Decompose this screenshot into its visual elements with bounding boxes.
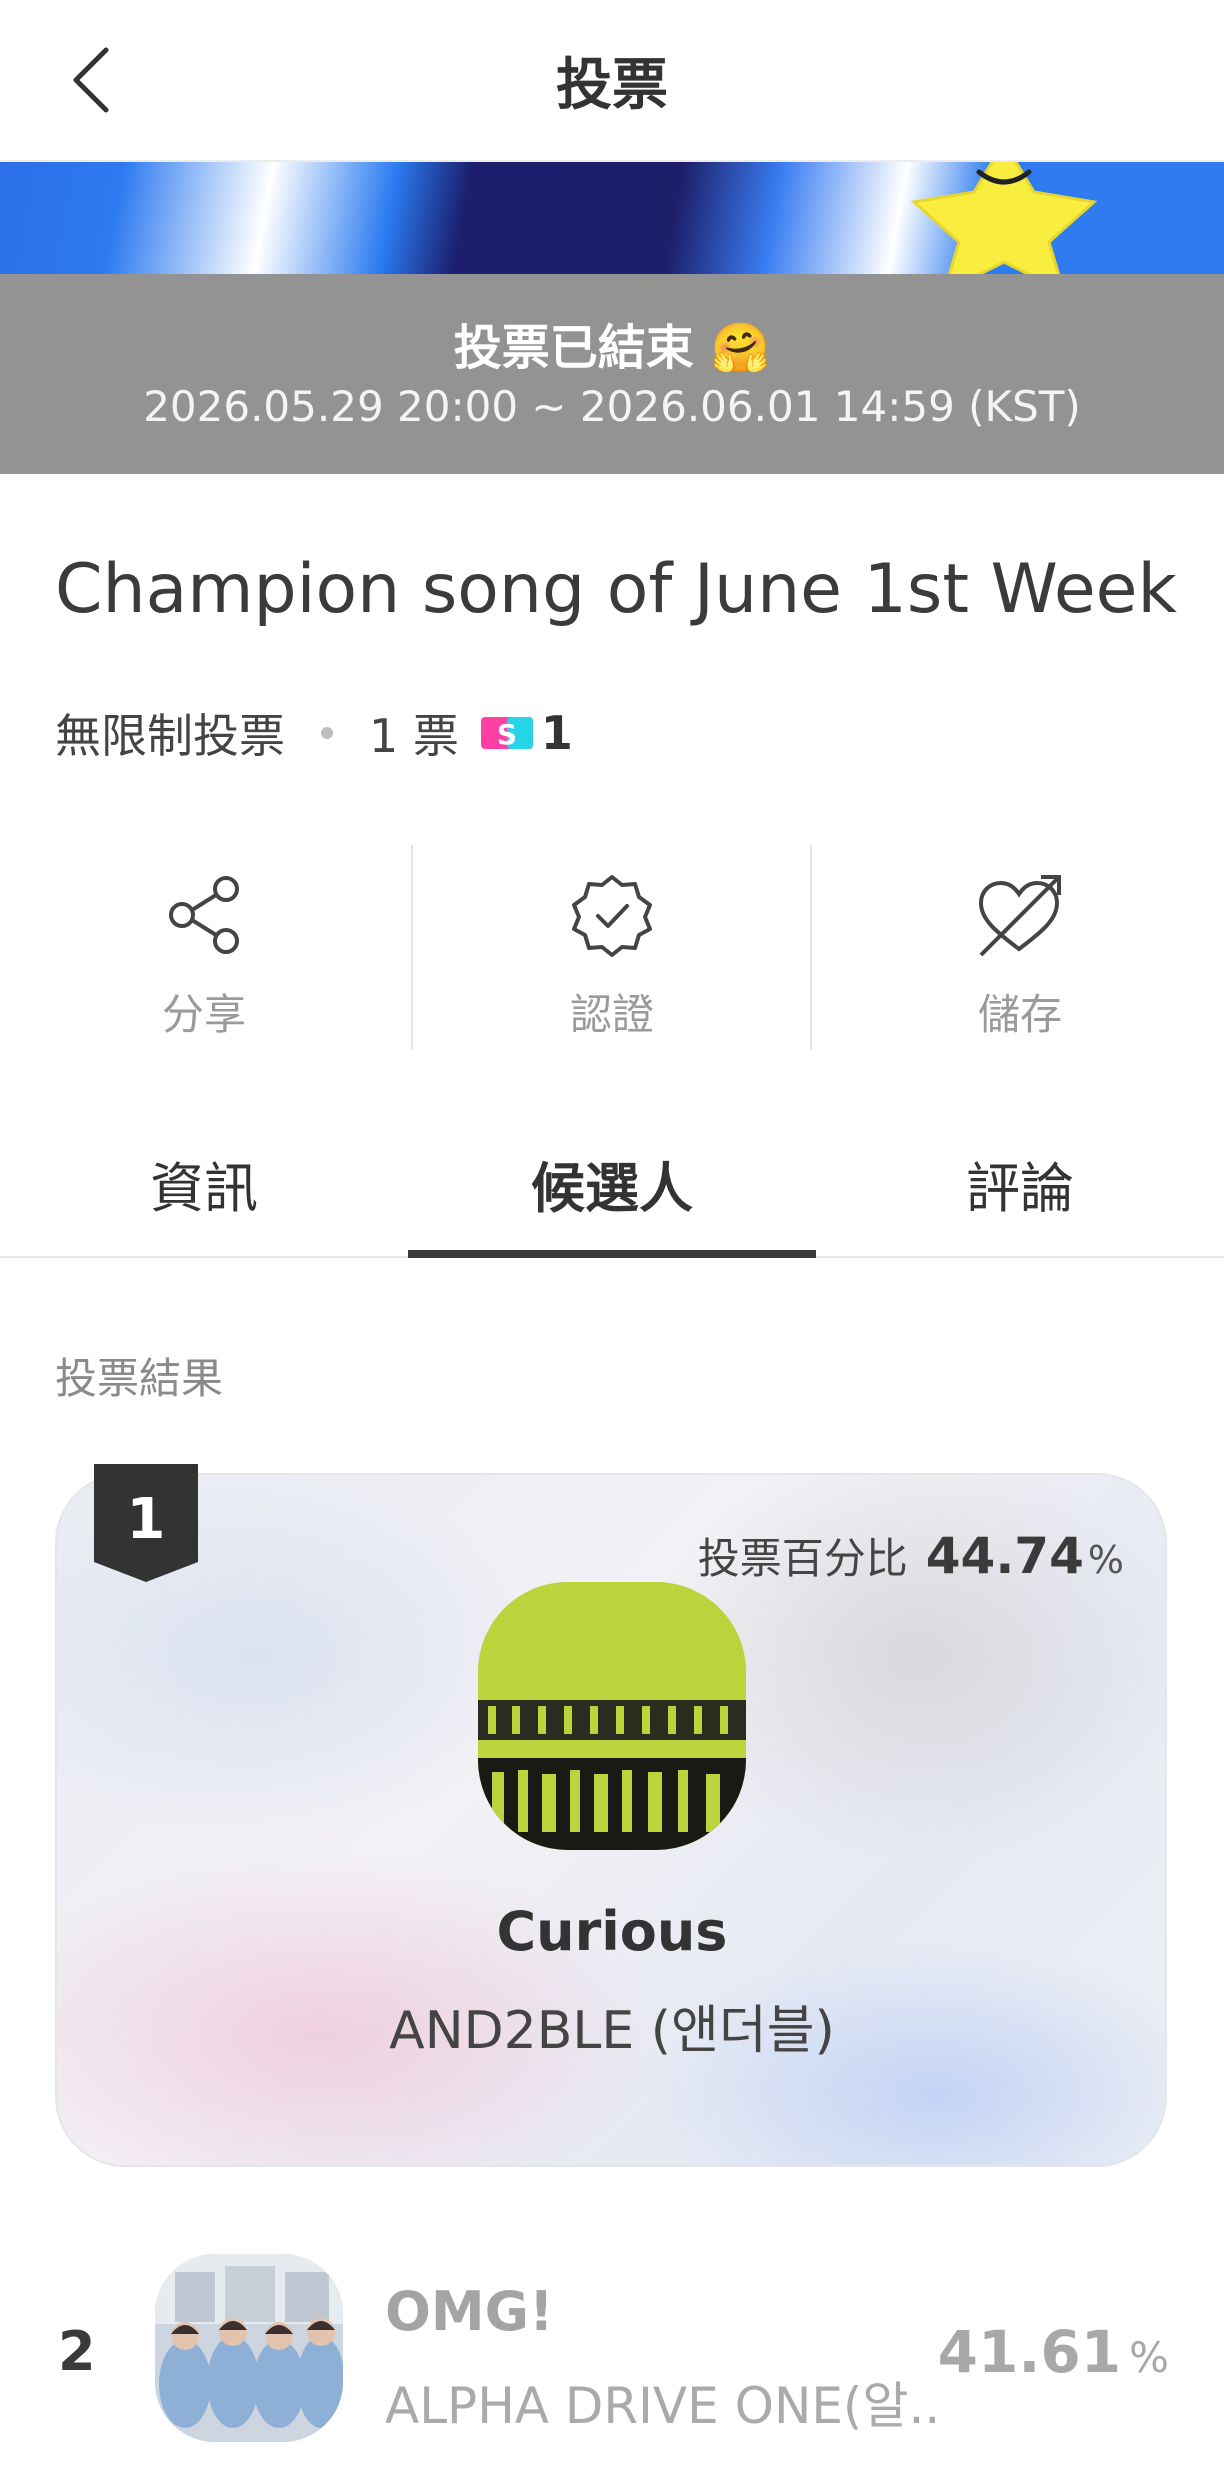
vote-cost: 1 票: [369, 709, 459, 763]
page-title: 投票: [556, 52, 668, 118]
percent-label: 投票百分比: [697, 1534, 908, 1583]
verified-badge-icon: [572, 875, 652, 957]
save-button[interactable]: 儲存: [816, 845, 1224, 1050]
vote-period: 2026.05.29 20:00 ~ 2026.06.01 14:59 (KST…: [143, 382, 1081, 431]
album-cover-curious: [478, 1582, 746, 1850]
rank-2-percent: 41.61 %: [938, 2318, 1169, 2386]
smiley-star-graphic: [910, 162, 1098, 274]
separator-dot: [321, 727, 333, 739]
share-icon: [169, 876, 239, 954]
winner-song-title: Curious: [496, 1900, 728, 1963]
vote-ended-text: 投票已結束 🤗: [453, 320, 771, 376]
svg-text:S: S: [497, 718, 517, 751]
heart-arrow-icon: [978, 875, 1061, 957]
percent-value: 44.74: [925, 1527, 1084, 1585]
winner-artist: AND2BLE (앤더블): [389, 2001, 835, 2061]
share-button[interactable]: 分享: [0, 845, 408, 1050]
verify-label: 認證: [569, 990, 654, 1039]
rank-2-number: 2: [58, 2320, 96, 2383]
rank-2-artist: ALPHA DRIVE ONE(알...: [385, 2377, 945, 2435]
vote-banner-image: [0, 162, 1224, 274]
save-label: 儲存: [977, 990, 1062, 1039]
percent-unit: %: [1087, 1538, 1124, 1582]
tab-comments[interactable]: 評論: [816, 1110, 1224, 1256]
back-button[interactable]: [50, 40, 130, 120]
tab-bar: 資訊 候選人 評論: [0, 1110, 1224, 1258]
vote-ended-banner: 投票已結束 🤗 2026.05.29 20:00 ~ 2026.06.01 14…: [0, 274, 1224, 474]
ticket-icon: S: [480, 717, 533, 751]
vote-meta: 無限制投票 1 票 S 1: [55, 700, 573, 766]
tab-info[interactable]: 資訊: [0, 1110, 408, 1256]
ticket-count: 1: [540, 706, 573, 760]
verify-button[interactable]: 認證: [408, 845, 816, 1050]
results-section-label: 投票結果: [55, 1354, 224, 1403]
tab-candidates[interactable]: 候選人: [408, 1110, 816, 1258]
vote-title: Champion song of June 1st Week: [55, 550, 1177, 629]
percent-unit: %: [1129, 2333, 1169, 2382]
chevron-left-icon: [73, 47, 109, 113]
rank-badge: 1: [94, 1464, 198, 1582]
winner-percent: 投票百分比 44.74 %: [698, 1525, 1124, 1586]
action-bar: 分享 認證 儲存: [0, 845, 1224, 1050]
divider: [810, 845, 812, 1050]
rank-1-number: 1: [127, 1487, 166, 1552]
divider: [411, 845, 413, 1050]
percent-value: 41.61: [937, 2318, 1122, 2386]
vote-limit: 無限制投票: [55, 709, 285, 763]
share-label: 分享: [161, 990, 246, 1039]
album-cover-omg: [155, 2254, 343, 2442]
rank-2-song-title: OMG!: [385, 2280, 554, 2343]
